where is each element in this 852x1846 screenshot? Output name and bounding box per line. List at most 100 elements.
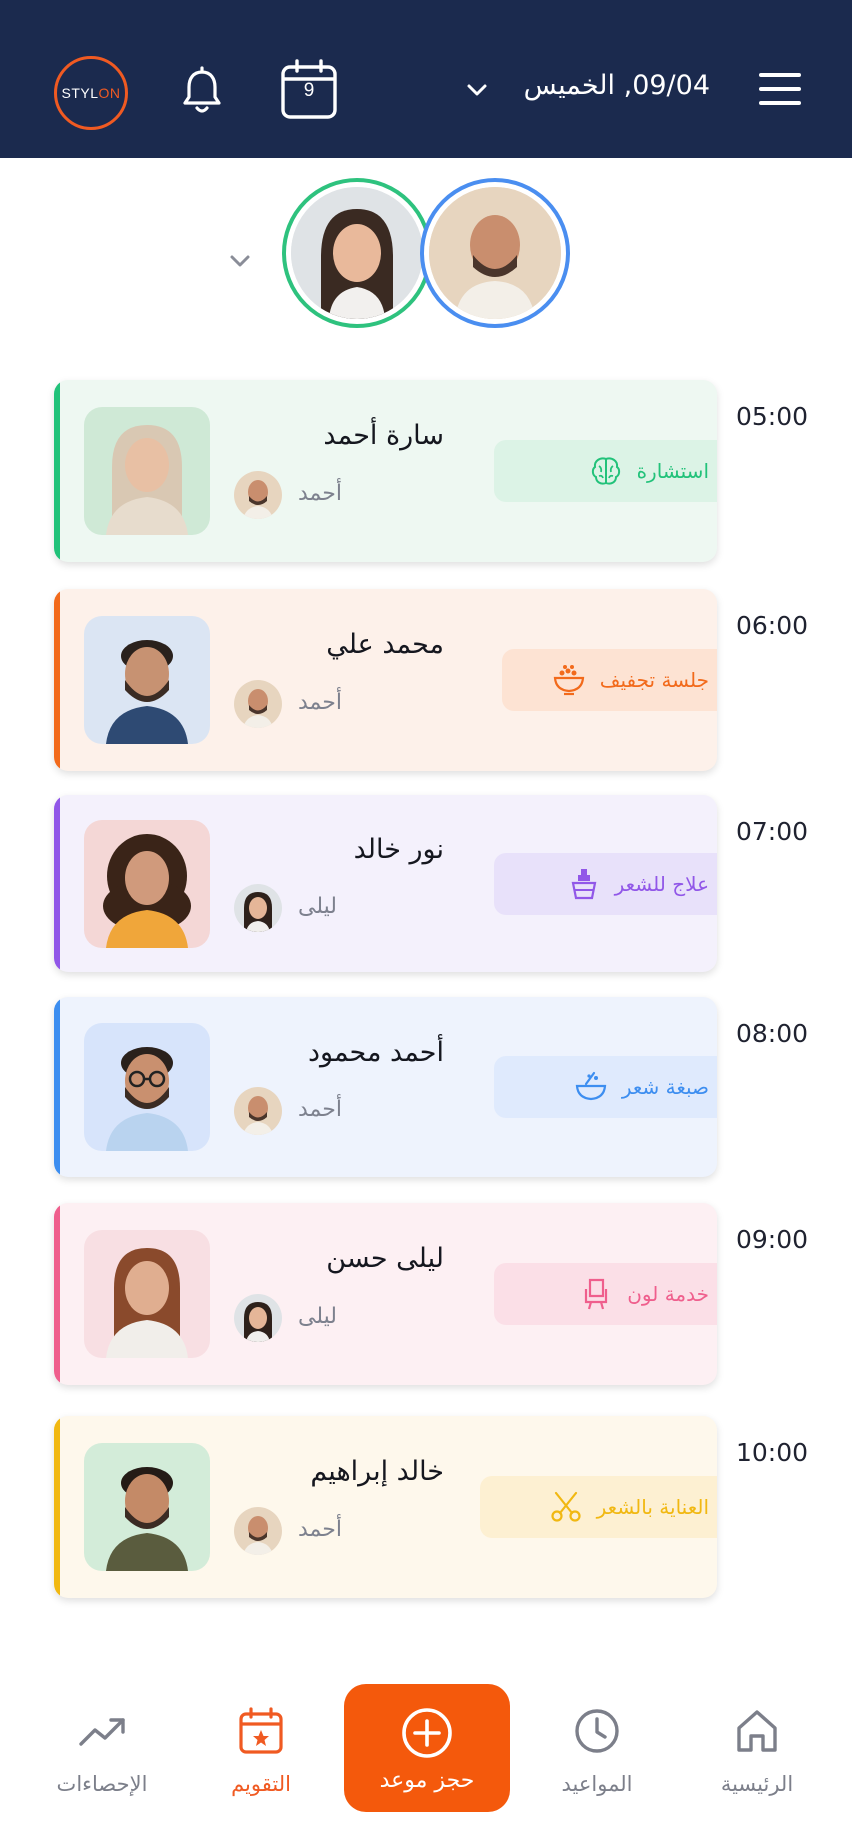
bowl-icon xyxy=(553,665,584,696)
staff-name: ليلى xyxy=(298,1304,337,1329)
nav-stats[interactable]: الإحصاءات xyxy=(37,1660,167,1796)
staff-name: أحمد xyxy=(298,690,342,715)
bell-icon[interactable] xyxy=(180,66,224,116)
clock-icon xyxy=(575,1709,619,1753)
service-label: علاج للشعر xyxy=(614,872,709,896)
appointment-time: 08:00 xyxy=(736,1019,809,1048)
nav-stats-label: الإحصاءات xyxy=(56,1772,148,1796)
avatar xyxy=(84,1443,210,1571)
avatar xyxy=(84,1023,210,1151)
appointment-card[interactable]: خالد إبراهيم أحمد العناية بالشعر xyxy=(54,1416,717,1598)
avatar xyxy=(84,407,210,535)
nav-home-label: الرئيسية xyxy=(720,1772,794,1796)
staff-name: أحمد xyxy=(298,1517,342,1542)
trending-up-icon xyxy=(79,1718,125,1746)
nav-appointments-label: المواعيد xyxy=(561,1772,633,1796)
appointment-card[interactable]: أحمد محمود أحمد صبغة شعر xyxy=(54,997,717,1177)
nav-calendar[interactable]: التقويم xyxy=(196,1660,326,1796)
client-name: أحمد محمود xyxy=(307,1037,444,1068)
staff-mini-avatar xyxy=(234,884,282,932)
appointment-time: 10:00 xyxy=(736,1438,809,1467)
client-name: ليلى حسن xyxy=(326,1243,444,1274)
avatar xyxy=(84,1230,210,1358)
logo-text: STYLON xyxy=(61,85,121,101)
staff-avatar xyxy=(234,680,282,728)
staff-name: أحمد xyxy=(298,481,342,506)
client-photo xyxy=(84,1443,210,1571)
scissors-icon xyxy=(551,1491,581,1522)
chair-icon xyxy=(585,1278,608,1310)
avatar xyxy=(84,616,210,744)
appointment-card[interactable]: نور خالد ليلى علاج للشعر xyxy=(54,795,717,972)
status-bar xyxy=(54,1416,60,1598)
service-tag[interactable]: العناية بالشعر xyxy=(480,1476,717,1538)
bottom-navigation: الإحصاءات التقويم حجز موعد المواعيد الرئ… xyxy=(0,1660,852,1846)
status-bar xyxy=(54,795,60,972)
appointment-time: 07:00 xyxy=(736,817,809,846)
status-bar xyxy=(54,589,60,771)
appointment-card[interactable]: ليلى حسن ليلى خدمة لون xyxy=(54,1203,717,1385)
staff-avatar-male[interactable] xyxy=(420,178,570,328)
client-name: خالد إبراهيم xyxy=(310,1456,444,1487)
appointment-time: 09:00 xyxy=(736,1225,809,1254)
status-bar xyxy=(54,997,60,1177)
avatar xyxy=(429,187,561,319)
service-label: خدمة لون xyxy=(627,1282,709,1306)
client-photo xyxy=(84,1023,210,1151)
book-appointment-label: حجز موعد xyxy=(379,1768,475,1793)
calendar-button[interactable]: 9 xyxy=(280,58,338,120)
nav-appointments[interactable]: المواعيد xyxy=(532,1660,662,1796)
staff-chevron-down-icon[interactable] xyxy=(226,250,254,272)
staff-avatar-female[interactable] xyxy=(282,178,432,328)
avatar xyxy=(291,187,423,319)
status-bar xyxy=(54,380,60,562)
client-name: نور خالد xyxy=(353,834,444,865)
service-tag[interactable]: خدمة لون xyxy=(494,1263,717,1325)
service-tag[interactable]: علاج للشعر xyxy=(494,853,717,915)
chevron-down-icon[interactable] xyxy=(464,80,490,100)
calendar-day-number: 9 xyxy=(303,80,315,101)
home-icon xyxy=(737,1710,777,1752)
client-photo xyxy=(84,407,210,535)
client-photo xyxy=(84,1230,210,1358)
menu-icon[interactable] xyxy=(758,70,802,108)
service-label: صبغة شعر xyxy=(621,1075,709,1099)
service-label: العناية بالشعر xyxy=(596,1495,709,1519)
appointment-time: 05:00 xyxy=(736,402,809,431)
service-tag[interactable]: جلسة تجفيف xyxy=(502,649,717,711)
staff-name: ليلى xyxy=(298,894,337,919)
staff-mini-avatar xyxy=(234,1294,282,1342)
top-bar: STYLON 9 09/04, الخميس xyxy=(0,0,852,158)
service-label: استشارة xyxy=(636,459,709,483)
nav-calendar-label: التقويم xyxy=(231,1772,291,1796)
brain-icon xyxy=(591,457,620,485)
appointment-card[interactable]: محمد علي أحمد جلسة تجفيف xyxy=(54,589,717,771)
treatment-bottle-icon xyxy=(571,869,596,900)
plus-circle-icon xyxy=(402,1708,452,1758)
dye-bowl-icon xyxy=(575,1071,607,1101)
client-photo xyxy=(84,820,210,948)
book-appointment-button[interactable]: حجز موعد xyxy=(344,1684,510,1812)
staff-avatar xyxy=(234,1087,282,1135)
client-photo xyxy=(84,616,210,744)
service-label: جلسة تجفيف xyxy=(599,668,709,692)
client-name: سارة أحمد xyxy=(323,420,444,451)
staff-mini-avatar xyxy=(234,680,282,728)
appointment-card[interactable]: سارة أحمد أحمد استشارة xyxy=(54,380,717,562)
service-tag[interactable]: استشارة xyxy=(494,440,717,502)
service-tag[interactable]: صبغة شعر xyxy=(494,1056,717,1118)
staff-mini-avatar xyxy=(234,471,282,519)
staff-avatar xyxy=(234,1294,282,1342)
selected-date[interactable]: 09/04, الخميس xyxy=(510,70,710,101)
appointment-time: 06:00 xyxy=(736,611,809,640)
avatar xyxy=(84,820,210,948)
staff-mini-avatar xyxy=(234,1507,282,1555)
stylon-logo[interactable]: STYLON xyxy=(54,56,128,130)
calendar-star-icon xyxy=(239,1707,283,1754)
client-name: محمد علي xyxy=(326,629,444,660)
staff-avatar xyxy=(234,1507,282,1555)
status-bar xyxy=(54,1203,60,1385)
nav-home[interactable]: الرئيسية xyxy=(692,1660,822,1796)
staff-avatar xyxy=(234,471,282,519)
staff-avatar xyxy=(234,884,282,932)
